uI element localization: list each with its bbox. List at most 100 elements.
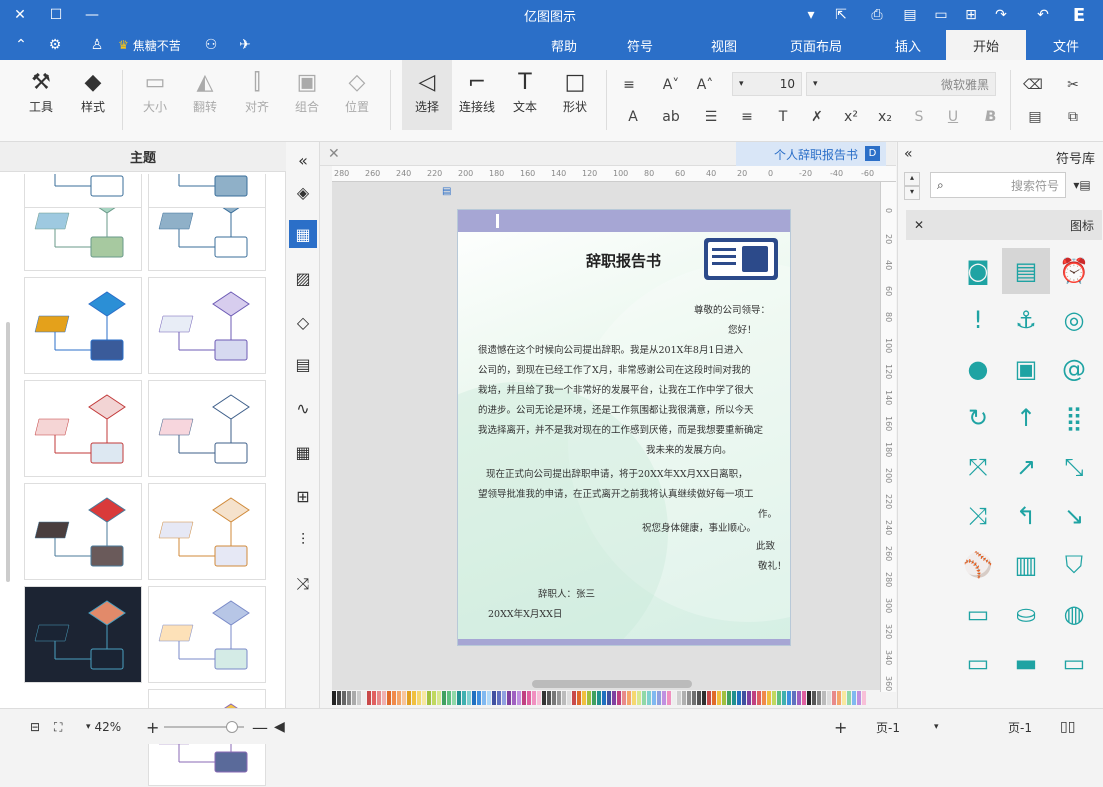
compress-icon[interactable]: ⤨: [954, 493, 1002, 539]
color-swatch[interactable]: [727, 691, 731, 705]
user-account[interactable]: ♛ 焦糖不苦: [118, 30, 181, 60]
arrow-up-icon[interactable]: ↑: [1002, 395, 1050, 441]
color-swatch[interactable]: [807, 691, 811, 705]
text-button[interactable]: T 文本: [500, 60, 550, 130]
bar-chart-icon[interactable]: ▥: [1002, 542, 1050, 588]
theme-thumbnail[interactable]: [24, 380, 142, 477]
color-swatch[interactable]: [367, 691, 371, 705]
color-swatch[interactable]: [437, 691, 441, 705]
battery-icon[interactable]: ▭: [954, 591, 1002, 637]
color-swatch[interactable]: [552, 691, 556, 705]
color-swatch[interactable]: [847, 691, 851, 705]
color-swatch[interactable]: [372, 691, 376, 705]
battery-full-icon[interactable]: ▬: [1002, 640, 1050, 686]
layers-icon[interactable]: ◇: [289, 308, 317, 336]
rss-icon[interactable]: @: [1050, 346, 1098, 392]
color-swatch[interactable]: [852, 691, 856, 705]
align-button[interactable]: ⫿ 对齐: [232, 60, 282, 130]
undo-icon[interactable]: ↶: [1028, 0, 1058, 30]
color-swatch[interactable]: [357, 691, 361, 705]
color-swatch[interactable]: [817, 691, 821, 705]
zoom-in-icon[interactable]: +: [146, 717, 159, 737]
color-swatch[interactable]: [567, 691, 571, 705]
color-swatch[interactable]: [842, 691, 846, 705]
color-swatch[interactable]: [382, 691, 386, 705]
color-swatch[interactable]: [427, 691, 431, 705]
color-swatch[interactable]: [582, 691, 586, 705]
h-scrollbar[interactable]: [532, 680, 692, 688]
flip-button[interactable]: ◭ 翻转: [180, 60, 230, 130]
anchor-icon[interactable]: ⚓: [1002, 297, 1050, 343]
theme-thumbnail[interactable]: [24, 586, 142, 683]
tab-page-layout[interactable]: 页面布局: [778, 30, 854, 60]
expand-icon[interactable]: ⤧: [954, 444, 1002, 490]
copy-icon[interactable]: ⧉: [1062, 106, 1084, 128]
color-swatch[interactable]: [572, 691, 576, 705]
color-swatch[interactable]: [682, 691, 686, 705]
color-swatch[interactable]: [752, 691, 756, 705]
color-swatch[interactable]: [607, 691, 611, 705]
font-color-icon[interactable]: A: [622, 106, 644, 128]
maximize-icon[interactable]: ☐: [36, 0, 76, 30]
tab-insert[interactable]: 插入: [884, 30, 932, 60]
color-swatch[interactable]: [652, 691, 656, 705]
subscript-icon[interactable]: x₂: [874, 106, 896, 128]
font-family-select[interactable]: ▾ 微软雅黑: [806, 72, 996, 96]
color-palette[interactable]: [332, 690, 880, 706]
color-swatch[interactable]: [542, 691, 546, 705]
redo-icon[interactable]: ↷: [986, 0, 1016, 30]
tab-help[interactable]: 帮助: [540, 30, 588, 60]
theme-thumbnail[interactable]: [148, 174, 266, 208]
bathtub-icon[interactable]: ⛀: [1002, 591, 1050, 637]
color-swatch[interactable]: [827, 691, 831, 705]
format-painter-icon[interactable]: ⌫: [1022, 74, 1044, 96]
chart-icon[interactable]: ∿: [289, 394, 317, 422]
color-swatch[interactable]: [507, 691, 511, 705]
color-swatch[interactable]: [537, 691, 541, 705]
style-button[interactable]: ◆ 样式: [68, 60, 118, 130]
color-swatch[interactable]: [647, 691, 651, 705]
color-swatch[interactable]: [492, 691, 496, 705]
color-swatch[interactable]: [547, 691, 551, 705]
share-icon[interactable]: ⚇: [196, 30, 226, 60]
color-swatch[interactable]: [717, 691, 721, 705]
new-icon[interactable]: ⊞: [956, 0, 986, 30]
color-swatch[interactable]: [822, 691, 826, 705]
color-swatch[interactable]: [602, 691, 606, 705]
color-swatch[interactable]: [457, 691, 461, 705]
close-icon[interactable]: ✕: [0, 0, 40, 30]
color-swatch[interactable]: [342, 691, 346, 705]
color-swatch[interactable]: [557, 691, 561, 705]
color-swatch[interactable]: [862, 691, 866, 705]
color-swatch[interactable]: [527, 691, 531, 705]
plugin-icon[interactable]: ⊞: [289, 482, 317, 510]
color-swatch[interactable]: [707, 691, 711, 705]
group-button[interactable]: ▣ 组合: [282, 60, 332, 130]
color-swatch[interactable]: [352, 691, 356, 705]
tab-view[interactable]: 视图: [698, 30, 750, 60]
color-swatch[interactable]: [517, 691, 521, 705]
color-swatch[interactable]: [502, 691, 506, 705]
theme-thumbnail[interactable]: [148, 483, 266, 580]
font-shrink-icon[interactable]: A˅: [660, 74, 682, 96]
color-swatch[interactable]: [577, 691, 581, 705]
color-swatch[interactable]: [812, 691, 816, 705]
bullets-icon[interactable]: ☰: [700, 106, 722, 128]
color-swatch[interactable]: [622, 691, 626, 705]
trending-up-icon[interactable]: ↗: [1002, 444, 1050, 490]
color-swatch[interactable]: [587, 691, 591, 705]
page-tab[interactable]: 页-1: [876, 717, 900, 737]
scrollbar[interactable]: [6, 322, 10, 582]
color-swatch[interactable]: [782, 691, 786, 705]
android-icon[interactable]: ▣: [1002, 346, 1050, 392]
select-button[interactable]: ◁ 选择: [402, 60, 452, 130]
page-handle-icon[interactable]: ▤: [442, 186, 452, 197]
color-swatch[interactable]: [797, 691, 801, 705]
color-swatch[interactable]: [722, 691, 726, 705]
color-swatch[interactable]: [442, 691, 446, 705]
line-spacing-icon[interactable]: ≡: [618, 74, 640, 96]
page-panel-icon[interactable]: ▯▯: [1060, 717, 1075, 737]
color-swatch[interactable]: [832, 691, 836, 705]
alarm-clock-icon[interactable]: ⏰: [1050, 248, 1098, 294]
color-swatch[interactable]: [742, 691, 746, 705]
